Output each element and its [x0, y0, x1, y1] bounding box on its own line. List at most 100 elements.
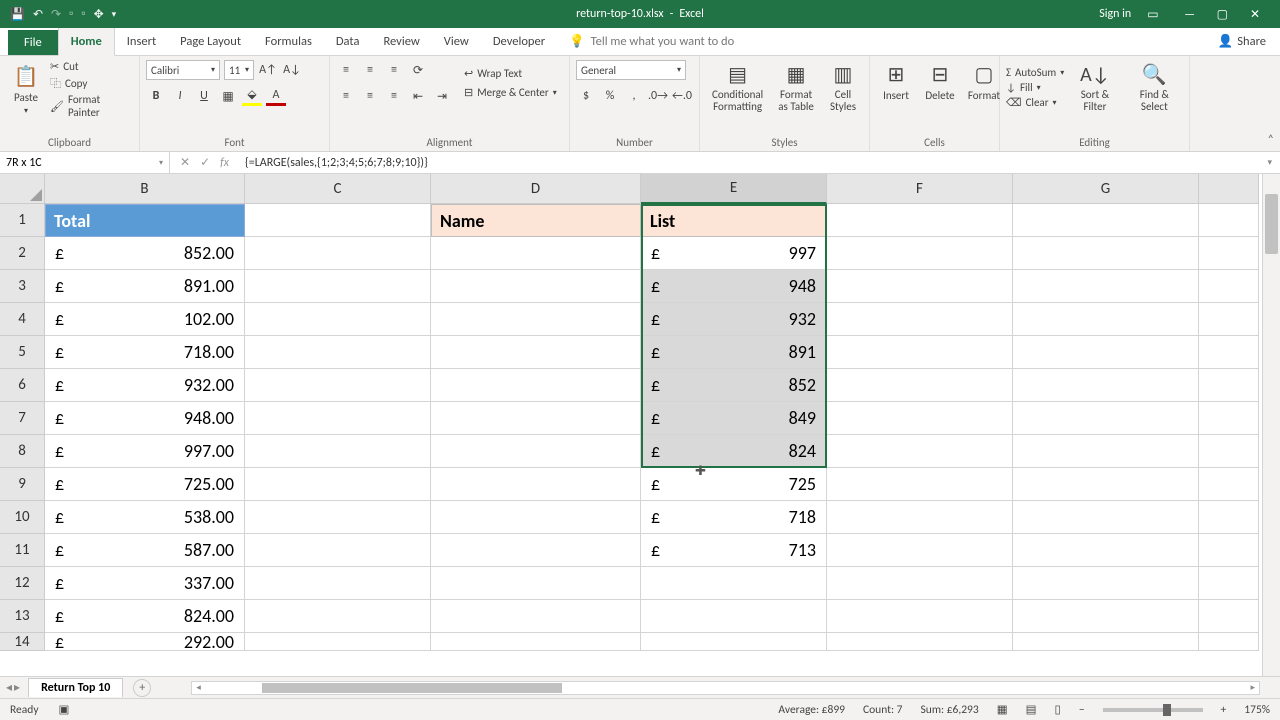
cell[interactable] — [1199, 270, 1259, 303]
view-page-break-icon[interactable]: ▯ — [1054, 702, 1060, 717]
tell-me-search[interactable]: 💡Tell me what you want to do — [569, 28, 734, 55]
cell[interactable] — [827, 336, 1013, 369]
undo-icon[interactable]: ↶ — [33, 7, 43, 22]
cell[interactable] — [1199, 600, 1259, 633]
row-header[interactable]: 3 — [0, 270, 45, 303]
cell[interactable] — [1013, 567, 1199, 600]
font-name-select[interactable]: Calibri▾ — [146, 60, 220, 80]
italic-button[interactable]: I — [170, 86, 190, 106]
column-header[interactable]: D — [431, 174, 641, 204]
column-header[interactable] — [1199, 174, 1259, 204]
scroll-left-icon[interactable]: ◂ — [196, 682, 201, 693]
cell[interactable] — [641, 567, 827, 600]
cell[interactable]: £852.00 — [45, 237, 245, 270]
conditional-formatting-button[interactable]: ▤Conditional Formatting — [706, 60, 769, 115]
formula-input[interactable]: {=LARGE(sales,{1;2;3;4;5;6;7;8;9;10})} — [239, 156, 1259, 170]
cell[interactable] — [1013, 600, 1199, 633]
column-header[interactable]: F — [827, 174, 1013, 204]
cell[interactable]: £891 — [641, 336, 827, 369]
format-painter-button[interactable]: 🖌Format Painter — [50, 93, 133, 119]
cell[interactable] — [245, 402, 431, 435]
row-header[interactable]: 2 — [0, 237, 45, 270]
cell[interactable]: £824.00 — [45, 600, 245, 633]
collapse-ribbon-icon[interactable]: ˄ — [1268, 133, 1274, 147]
sort-filter-button[interactable]: A↓Sort & Filter — [1068, 60, 1121, 115]
fx-icon[interactable]: fx — [220, 156, 229, 170]
save-icon[interactable]: 💾 — [10, 7, 25, 22]
cell[interactable]: £997 — [641, 237, 827, 270]
row-header[interactable]: 8 — [0, 435, 45, 468]
cell[interactable]: £292.00 — [45, 633, 245, 651]
header-name[interactable]: Name — [431, 204, 641, 237]
cell[interactable] — [431, 303, 641, 336]
row-header[interactable]: 12 — [0, 567, 45, 600]
name-box[interactable]: 7R x 1C▾ — [0, 152, 170, 173]
cell[interactable] — [245, 501, 431, 534]
cell[interactable]: £718.00 — [45, 336, 245, 369]
paste-button[interactable]: 📋Paste▾ — [6, 60, 46, 119]
merge-center-button[interactable]: ⊟Merge & Center▾ — [464, 86, 557, 99]
expand-formula-bar-icon[interactable]: ▾ — [1259, 157, 1280, 168]
cell[interactable] — [1013, 237, 1199, 270]
cell[interactable]: £102.00 — [45, 303, 245, 336]
cell[interactable] — [1199, 204, 1259, 237]
column-header[interactable]: G — [1013, 174, 1199, 204]
cell[interactable] — [827, 534, 1013, 567]
cell[interactable] — [827, 204, 1013, 237]
number-format-select[interactable]: General▾ — [576, 60, 686, 80]
cell[interactable] — [245, 237, 431, 270]
cell[interactable] — [431, 534, 641, 567]
cell[interactable] — [245, 468, 431, 501]
cell[interactable]: £725.00 — [45, 468, 245, 501]
column-header[interactable]: C — [245, 174, 431, 204]
autosum-button[interactable]: ΣAutoSum▾ — [1006, 66, 1064, 79]
cell[interactable] — [245, 435, 431, 468]
cell[interactable] — [1013, 633, 1199, 651]
cell[interactable] — [245, 336, 431, 369]
qat-icon[interactable]: ▫ — [69, 7, 73, 21]
cell[interactable]: £997.00 — [45, 435, 245, 468]
cell[interactable] — [245, 633, 431, 651]
cell[interactable] — [641, 600, 827, 633]
row-header[interactable]: 13 — [0, 600, 45, 633]
cell[interactable] — [827, 600, 1013, 633]
cancel-formula-icon[interactable]: ✕ — [180, 155, 190, 170]
column-header[interactable]: E — [641, 174, 827, 204]
row-header[interactable]: 9 — [0, 468, 45, 501]
cell[interactable] — [1199, 303, 1259, 336]
cell[interactable] — [431, 600, 641, 633]
increase-decimal-icon[interactable]: .0→ — [648, 86, 668, 106]
align-bottom-icon[interactable]: ≡ — [384, 60, 404, 80]
cell[interactable] — [1199, 633, 1259, 651]
cell[interactable]: £538.00 — [45, 501, 245, 534]
select-all-corner[interactable] — [0, 174, 45, 204]
align-middle-icon[interactable]: ≡ — [360, 60, 380, 80]
cell[interactable]: £948 — [641, 270, 827, 303]
row-header[interactable]: 5 — [0, 336, 45, 369]
cell[interactable] — [431, 336, 641, 369]
format-as-table-button[interactable]: ▦Format as Table — [773, 60, 819, 115]
cell[interactable] — [245, 600, 431, 633]
sheet-tab[interactable]: Return Top 10 — [28, 678, 123, 697]
cell[interactable] — [245, 270, 431, 303]
cell[interactable] — [1013, 468, 1199, 501]
vertical-scrollbar[interactable] — [1262, 174, 1280, 676]
delete-cells-button[interactable]: ⊟Delete — [920, 60, 960, 104]
scroll-right-icon[interactable]: ▸ — [1250, 682, 1255, 693]
header-total[interactable]: Total — [45, 204, 245, 237]
tab-view[interactable]: View — [432, 28, 481, 55]
cell[interactable] — [245, 303, 431, 336]
cell[interactable] — [245, 534, 431, 567]
cell[interactable]: £824 — [641, 435, 827, 468]
cell[interactable] — [827, 402, 1013, 435]
cell[interactable]: £948.00 — [45, 402, 245, 435]
cell[interactable] — [1013, 435, 1199, 468]
wrap-text-button[interactable]: ↩Wrap Text — [464, 67, 557, 80]
tab-page-layout[interactable]: Page Layout — [168, 28, 253, 55]
orientation-icon[interactable]: ⟳ — [408, 60, 428, 80]
header-list[interactable]: List — [641, 204, 827, 237]
cell[interactable] — [1199, 534, 1259, 567]
qat-icon[interactable]: ▫ — [81, 7, 85, 21]
cell[interactable]: £337.00 — [45, 567, 245, 600]
ribbon-display-icon[interactable]: ▭ — [1147, 7, 1158, 22]
